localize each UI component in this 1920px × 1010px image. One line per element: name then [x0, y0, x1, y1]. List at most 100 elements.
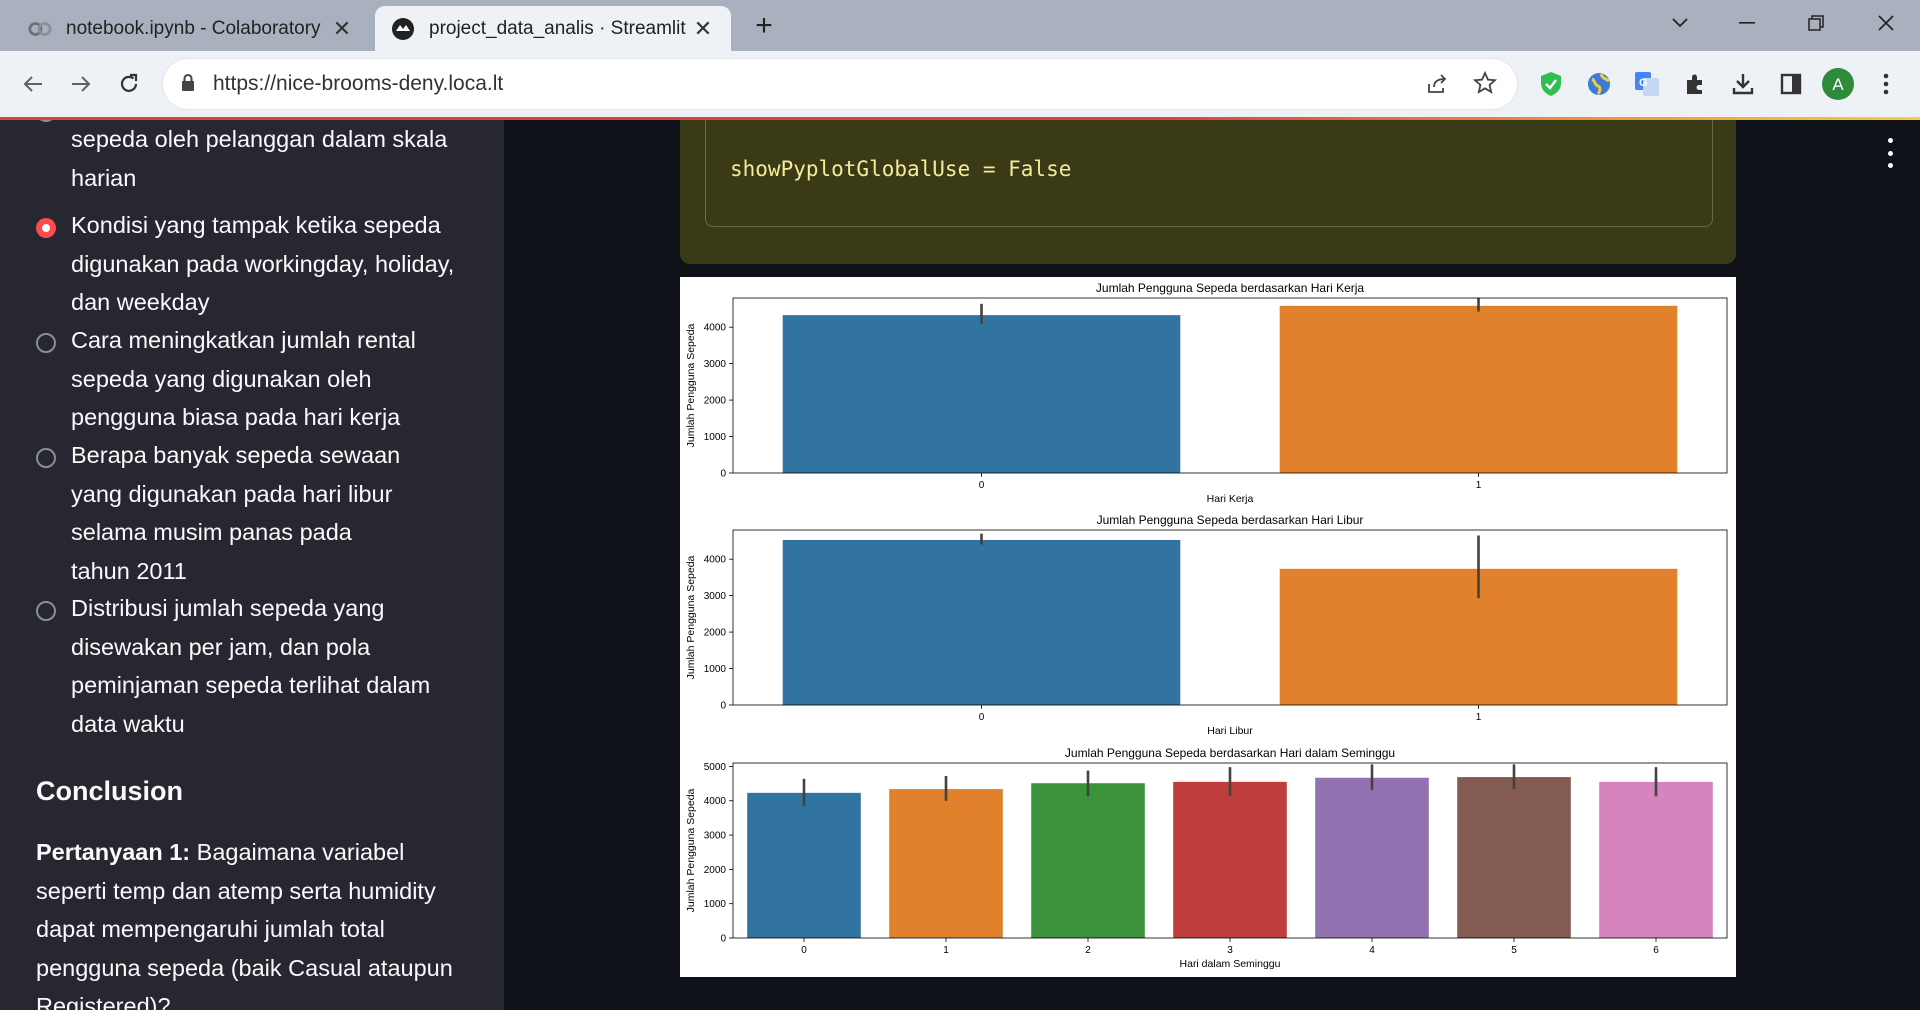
code-container: showPyplotGlobalUse = False — [705, 120, 1713, 227]
chart-y-tick-label: 1000 — [704, 432, 727, 443]
chart-ylabel: Jumlah Pengguna Sepeda — [685, 788, 697, 912]
browser-toolbar: https://nice-brooms-deny.loca.lt G A — [0, 51, 1920, 117]
chart-x-tick-label: 3 — [1227, 945, 1233, 956]
chart-bar — [1031, 783, 1145, 938]
chart-xlabel: Hari dalam Seminggu — [1180, 958, 1281, 970]
avatar-initial: A — [1832, 75, 1844, 94]
forward-icon[interactable] — [63, 66, 99, 102]
radio-option-workingday[interactable]: Kondisi yang tampak ketika sepeda diguna… — [36, 212, 476, 322]
chart-x-tick-label: 0 — [979, 712, 985, 723]
globe-icon[interactable] — [1583, 68, 1615, 100]
chart-x-tick-label: 0 — [801, 945, 807, 956]
share-icon[interactable] — [1425, 72, 1449, 101]
download-icon[interactable] — [1727, 68, 1759, 100]
chart-xlabel: Hari Kerja — [1207, 493, 1254, 505]
chart-y-tick-label: 2000 — [704, 396, 727, 407]
avatar[interactable]: A — [1822, 68, 1854, 100]
address-bar[interactable]: https://nice-brooms-deny.loca.lt — [163, 59, 1517, 109]
bookmark-star-icon[interactable] — [1472, 70, 1498, 100]
question-paragraph: Pertanyaan 1: Bagaimana variabel seperti… — [36, 833, 476, 1010]
chart-y-tick-label: 2000 — [704, 628, 727, 639]
colab-icon — [28, 17, 52, 41]
tab-search-icon[interactable] — [1660, 8, 1700, 38]
lock-icon — [181, 74, 195, 97]
chart-x-tick-label: 1 — [1476, 480, 1482, 491]
radio-button-selected[interactable] — [36, 218, 56, 238]
chrome-menu-icon[interactable] — [1870, 68, 1902, 100]
chart-y-tick-label: 1000 — [704, 899, 727, 910]
tab-title: notebook.ipynb - Colaboratory — [66, 17, 321, 39]
reload-icon[interactable] — [111, 66, 147, 102]
chart-ylabel: Jumlah Pengguna Sepeda — [685, 555, 697, 679]
chart-y-tick-label: 3000 — [704, 591, 727, 602]
extensions-puzzle-icon[interactable] — [1679, 68, 1711, 100]
radio-label: sepeda oleh pelanggan dalam skala harian — [71, 126, 448, 191]
chart-title: Jumlah Pengguna Sepeda berdasarkan Hari … — [1065, 746, 1395, 760]
chart-y-tick-label: 5000 — [704, 762, 727, 773]
conclusion-heading: Conclusion — [36, 776, 183, 806]
shield-icon[interactable] — [1535, 68, 1567, 100]
radio-option-holiday[interactable]: Berapa banyak sepeda sewaan yang digunak… — [36, 442, 476, 590]
code-line: showPyplotGlobalUse = False — [730, 157, 1072, 181]
code-block: showPyplotGlobalUse = False — [680, 120, 1736, 264]
streamlit-icon — [391, 17, 415, 41]
radio-button[interactable] — [36, 601, 56, 621]
chart-bar — [747, 792, 861, 938]
chart-x-tick-label: 1 — [1476, 712, 1482, 723]
chart-x-tick-label: 2 — [1085, 945, 1091, 956]
svg-text:G: G — [1639, 77, 1648, 89]
chart-ylabel: Jumlah Pengguna Sepeda — [685, 323, 697, 447]
chart-y-tick-label: 4000 — [704, 323, 727, 334]
translate-icon[interactable]: G — [1631, 68, 1663, 100]
chart-title: Jumlah Pengguna Sepeda berdasarkan Hari … — [1097, 513, 1364, 527]
chart-bar — [1173, 781, 1287, 938]
close-icon[interactable]: ✕ — [328, 15, 356, 43]
radio-label: Kondisi yang tampak ketika sepeda diguna… — [71, 212, 455, 315]
chart-x-tick-label: 6 — [1653, 945, 1659, 956]
tab-colab[interactable]: notebook.ipynb - Colaboratory ✕ — [12, 6, 370, 51]
back-icon[interactable] — [15, 66, 51, 102]
chart-bar — [782, 315, 1181, 473]
chart-y-tick-label: 4000 — [704, 796, 727, 807]
chart-y-tick-label: 3000 — [704, 359, 727, 370]
close-icon[interactable]: ✕ — [689, 15, 717, 43]
bar-charts: Jumlah Pengguna Sepeda berdasarkan Hari … — [685, 281, 1728, 970]
chart-y-tick-label: 4000 — [704, 555, 727, 566]
radio-option-partial[interactable]: sepeda oleh pelanggan dalam skala harian — [36, 120, 476, 197]
restore-icon[interactable] — [1796, 8, 1836, 38]
main-content: showPyplotGlobalUse = False Jumlah Pengg… — [504, 120, 1920, 1010]
radio-label: Distribusi jumlah sepeda yang disewakan … — [71, 595, 431, 737]
sidebar: sepeda oleh pelanggan dalam skala harian… — [0, 120, 504, 1010]
chart-y-tick-label: 0 — [720, 934, 726, 945]
tab-streamlit[interactable]: project_data_analis · Streamlit ✕ — [375, 6, 731, 51]
chart-title: Jumlah Pengguna Sepeda berdasarkan Hari … — [1096, 281, 1364, 295]
radio-option-rental[interactable]: Cara meningkatkan jumlah rental sepeda y… — [36, 327, 476, 437]
radio-button[interactable] — [36, 448, 56, 468]
radio-label: Cara meningkatkan jumlah rental sepeda y… — [71, 327, 416, 430]
minimize-icon[interactable] — [1727, 8, 1767, 38]
question-label: Pertanyaan 1: — [36, 839, 191, 865]
chart-x-tick-label: 0 — [979, 480, 985, 491]
close-window-icon[interactable] — [1866, 8, 1906, 38]
chart-bar — [1599, 781, 1713, 938]
radio-option-distribution[interactable]: Distribusi jumlah sepeda yang disewakan … — [36, 595, 476, 743]
chart-figure: Jumlah Pengguna Sepeda berdasarkan Hari … — [680, 277, 1736, 977]
chart-bar — [1279, 305, 1678, 473]
chart-xlabel: Hari Libur — [1207, 725, 1253, 737]
app-menu-icon[interactable] — [1880, 138, 1900, 168]
chart-x-tick-label: 5 — [1511, 945, 1517, 956]
radio-label: Berapa banyak sepeda sewaan yang digunak… — [71, 442, 401, 584]
radio-button[interactable] — [36, 120, 56, 122]
chart-y-tick-label: 0 — [720, 469, 726, 480]
chart-bar — [1457, 777, 1571, 938]
chart-y-tick-label: 1000 — [704, 664, 727, 675]
side-panel-icon[interactable] — [1775, 68, 1807, 100]
chart-x-tick-label: 1 — [943, 945, 949, 956]
chart-bar — [1315, 777, 1429, 938]
new-tab-button[interactable]: + — [748, 9, 780, 42]
radio-button[interactable] — [36, 333, 56, 353]
chart-y-tick-label: 3000 — [704, 831, 727, 842]
chart-bar — [889, 789, 1003, 938]
chart-y-tick-label: 2000 — [704, 865, 727, 876]
chart-bar — [782, 539, 1181, 705]
